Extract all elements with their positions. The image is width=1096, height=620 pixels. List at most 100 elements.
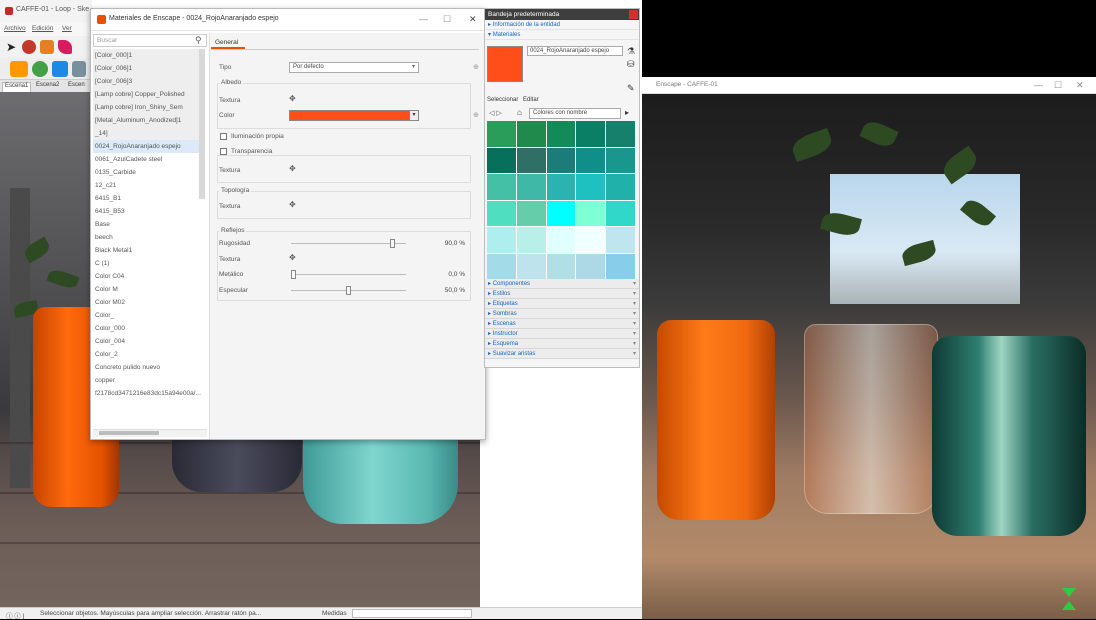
tray-section[interactable]: ▸ Escenas ▾ xyxy=(485,319,639,329)
material-list-item[interactable]: 6415_B1 xyxy=(93,192,201,205)
material-list-item[interactable]: Color_2 xyxy=(93,348,201,361)
tray-section[interactable]: ▸ Instructor ▾ xyxy=(485,329,639,339)
metalico-value[interactable]: 0,0 % xyxy=(437,271,465,278)
transparencia-checkbox[interactable] xyxy=(220,148,227,155)
color-swatch[interactable] xyxy=(516,121,546,147)
tray-close-icon[interactable] xyxy=(629,10,638,19)
tray-section[interactable]: ▸ Estilos ▾ xyxy=(485,289,639,299)
color-swatch[interactable] xyxy=(546,200,576,226)
color-swatch[interactable] xyxy=(606,174,635,200)
rugosidad-slider-handle[interactable] xyxy=(390,239,395,248)
material-list-item[interactable]: Color C04 xyxy=(93,270,201,283)
minimize-icon[interactable]: — xyxy=(1034,80,1043,90)
tab-escena1[interactable]: Escena1 xyxy=(2,82,32,92)
material-list-item[interactable]: [Color_006]3 xyxy=(93,75,201,88)
material-list-item[interactable]: Color M xyxy=(93,283,201,296)
material-list-item[interactable]: 0061_AzulCadete steel xyxy=(93,153,201,166)
material-list-item[interactable]: copper xyxy=(93,374,201,387)
eraser-tool-icon[interactable] xyxy=(58,40,72,54)
enscape-render-view[interactable] xyxy=(642,94,1096,619)
color-swatch[interactable] xyxy=(487,121,516,147)
material-list-item[interactable]: 0024_RojoAnaranjado espejo xyxy=(93,140,201,153)
color-swatch[interactable] xyxy=(576,121,606,147)
material-name-field[interactable]: 0024_RojoAnaranjado espejo xyxy=(527,46,623,56)
color-swatch[interactable] xyxy=(487,253,516,279)
especular-value[interactable]: 50,0 % xyxy=(437,287,465,294)
color-swatch[interactable] xyxy=(606,227,635,253)
material-list-item[interactable]: Color M02 xyxy=(93,296,201,309)
metalico-slider[interactable] xyxy=(291,274,406,275)
material-list-item[interactable]: C (1) xyxy=(93,257,201,270)
details-icon[interactable]: ▸ xyxy=(625,108,629,117)
color-swatch[interactable] xyxy=(487,174,516,200)
tab-escena2[interactable]: Escena2 xyxy=(34,82,61,88)
albedo-texture-add-icon[interactable]: ✥ xyxy=(289,94,296,103)
color-swatch[interactable] xyxy=(576,200,606,226)
color-swatch[interactable] xyxy=(487,200,516,226)
color-swatch[interactable] xyxy=(516,147,546,173)
material-tool-icon[interactable] xyxy=(40,40,54,54)
especular-slider-handle[interactable] xyxy=(346,286,351,295)
close-icon[interactable]: ✕ xyxy=(469,14,477,25)
material-list-item[interactable]: 0135_Carbide xyxy=(93,166,201,179)
tray-section[interactable]: ▸ Etiquetas ▾ xyxy=(485,299,639,309)
iluminacion-checkbox[interactable] xyxy=(220,133,227,140)
material-list-item[interactable]: Color_ xyxy=(93,309,201,322)
tray-section[interactable]: ▸ Suavizar aristas ▾ xyxy=(485,349,639,359)
albedo-color-picker[interactable]: ▾ xyxy=(289,110,419,121)
material-list-item[interactable]: Concreto pulido nuevo xyxy=(93,361,201,374)
navigation-icon[interactable] xyxy=(1062,588,1076,614)
paint-tool-icon[interactable] xyxy=(22,40,36,54)
tab-editar[interactable]: Editar xyxy=(523,97,539,103)
material-list-item[interactable]: [Color_000]1 xyxy=(93,49,201,62)
material-list-item[interactable]: [Lamp cobre] Copper_Polished xyxy=(93,88,201,101)
material-list-item[interactable]: Black Metal1 xyxy=(93,244,201,257)
color-swatch[interactable] xyxy=(546,174,576,200)
tray-section[interactable]: ▸ Esquema ▾ xyxy=(485,339,639,349)
material-list-item[interactable]: Color_000 xyxy=(93,322,201,335)
color-swatch[interactable] xyxy=(546,147,576,173)
enscape-start-icon[interactable] xyxy=(10,61,28,77)
list-scrollbar[interactable] xyxy=(199,49,205,199)
material-list-item[interactable]: [Lamp cobre] Iron_Shiny_Sem xyxy=(93,101,201,114)
select-tool-icon[interactable]: ➤ xyxy=(6,40,20,54)
color-swatch[interactable] xyxy=(576,253,606,279)
color-swatch[interactable] xyxy=(606,147,635,173)
material-list-item[interactable]: 6415_B53 xyxy=(93,205,201,218)
material-preview[interactable] xyxy=(487,46,523,82)
materials-section[interactable]: ▾ Materiales xyxy=(485,30,639,40)
enscape-settings-icon[interactable] xyxy=(72,61,86,77)
entity-info-section[interactable]: ▸ Información de la entidad xyxy=(485,20,639,30)
home-icon[interactable]: ⌂ xyxy=(517,108,522,117)
rugosidad-value[interactable]: 90,0 % xyxy=(437,240,465,247)
enscape-views-icon[interactable] xyxy=(52,61,68,77)
material-list-item[interactable]: [Color_006]1 xyxy=(93,62,201,75)
tray-section[interactable]: ▸ Componentes ▾ xyxy=(485,279,639,289)
measure-input[interactable] xyxy=(352,609,472,618)
sample-paint-icon[interactable]: ✎ xyxy=(627,83,635,94)
collection-select[interactable]: Colores con nombre xyxy=(529,108,621,119)
color-swatch[interactable] xyxy=(546,227,576,253)
create-material-icon[interactable]: ⚗ xyxy=(627,46,635,57)
search-icon[interactable]: ⚲ xyxy=(195,35,202,46)
color-swatch[interactable] xyxy=(516,200,546,226)
material-list-item[interactable]: 12_c21 xyxy=(93,179,201,192)
material-list-item[interactable]: f2178cd3471216e83dc15a94e00a/... xyxy=(93,387,201,400)
close-icon[interactable]: ✕ xyxy=(1076,80,1084,91)
color-swatch[interactable] xyxy=(487,147,516,173)
rugosidad-slider[interactable] xyxy=(291,243,406,244)
tab-escena3[interactable]: Escen xyxy=(66,82,87,88)
pin-icon[interactable]: ⊕ xyxy=(473,63,479,71)
material-list-item[interactable]: [Metal_Aluminum_Anodized]1 xyxy=(93,114,201,127)
color-swatch[interactable] xyxy=(606,121,635,147)
material-search-input[interactable]: Buscar xyxy=(93,34,207,47)
tipo-select[interactable]: Por defecto ▾ xyxy=(289,62,419,73)
color-swatch[interactable] xyxy=(516,253,546,279)
color-swatch[interactable] xyxy=(546,253,576,279)
material-list-item[interactable]: _14] xyxy=(93,127,201,140)
transparencia-texture-add-icon[interactable]: ✥ xyxy=(289,164,296,173)
color-swatch[interactable] xyxy=(606,253,635,279)
metalico-slider-handle[interactable] xyxy=(291,270,296,279)
maximize-icon[interactable]: ☐ xyxy=(1054,80,1062,91)
enscape-sync-icon[interactable] xyxy=(32,61,48,77)
